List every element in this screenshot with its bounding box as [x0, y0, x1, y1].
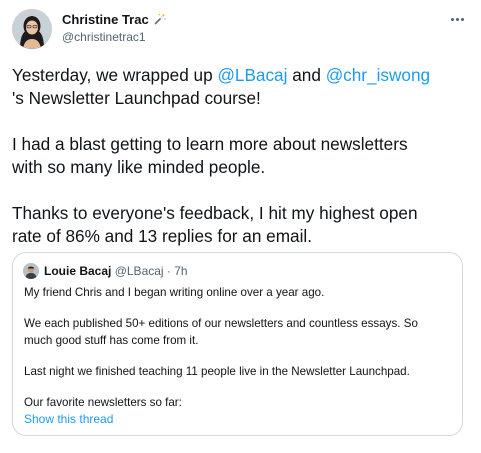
- quoted-author-name: Louie Bacaj: [44, 264, 112, 278]
- tweet-line: Yesterday, we wrapped up @LBacaj and @ch…: [12, 64, 474, 87]
- tweet-text-fragment: Yesterday, we wrapped up: [12, 65, 218, 85]
- tweet-line: with so many like minded people.: [12, 157, 266, 177]
- author-avatar[interactable]: [12, 9, 52, 49]
- quoted-line: Our favorite newsletters so far:: [24, 396, 182, 409]
- quoted-line: My friend Chris and I began writing onli…: [24, 286, 325, 299]
- more-dots-icon: [451, 18, 454, 21]
- tweet-text: Yesterday, we wrapped up @LBacaj and @ch…: [12, 64, 474, 248]
- quoted-header: Louie Bacaj @LBacaj · 7h: [44, 263, 188, 279]
- quoted-line: Last night we finished teaching 11 peopl…: [24, 365, 410, 378]
- quoted-separator: ·: [163, 264, 175, 278]
- quoted-avatar-image: [23, 263, 39, 279]
- tweet-line: Thanks to everyone's feedback, I hit my …: [12, 203, 418, 223]
- quoted-timestamp: 7h: [174, 264, 188, 278]
- tweet-text-fragment: and: [287, 65, 326, 85]
- quoted-text: My friend Chris and I began writing onli…: [24, 284, 454, 411]
- mention-link-lbacaj[interactable]: @LBacaj: [217, 65, 287, 85]
- author-handle[interactable]: @christinetrac1: [62, 30, 146, 45]
- show-thread-link[interactable]: Show this thread: [24, 412, 113, 427]
- tweet-line: 's Newsletter Launchpad course!: [12, 88, 261, 108]
- quoted-author-handle: @LBacaj: [114, 264, 164, 278]
- more-options-button[interactable]: [446, 12, 470, 28]
- author-name[interactable]: Christine Trac: [62, 12, 166, 28]
- quoted-tweet[interactable]: Louie Bacaj @LBacaj · 7h My friend Chris…: [12, 252, 463, 436]
- quoted-line: We each published 50+ editions of our ne…: [24, 317, 418, 330]
- mention-link-chr-iswong[interactable]: @chr_iswong: [326, 65, 430, 85]
- more-dot: [456, 18, 459, 21]
- tweet: Christine Trac @christinetrac1 Yesterday…: [0, 0, 481, 453]
- tweet-line: I had a blast getting to learn more abou…: [12, 134, 408, 154]
- quoted-line: much good stuff has come from it.: [24, 334, 199, 347]
- tweet-line: rate of 86% and 13 replies for an email.: [12, 226, 313, 246]
- more-dot: [461, 18, 464, 21]
- quoted-author-avatar: [23, 263, 39, 279]
- avatar-image: [12, 9, 52, 49]
- magic-wand-icon: [155, 13, 166, 25]
- author-name-text: Christine Trac: [62, 12, 149, 27]
